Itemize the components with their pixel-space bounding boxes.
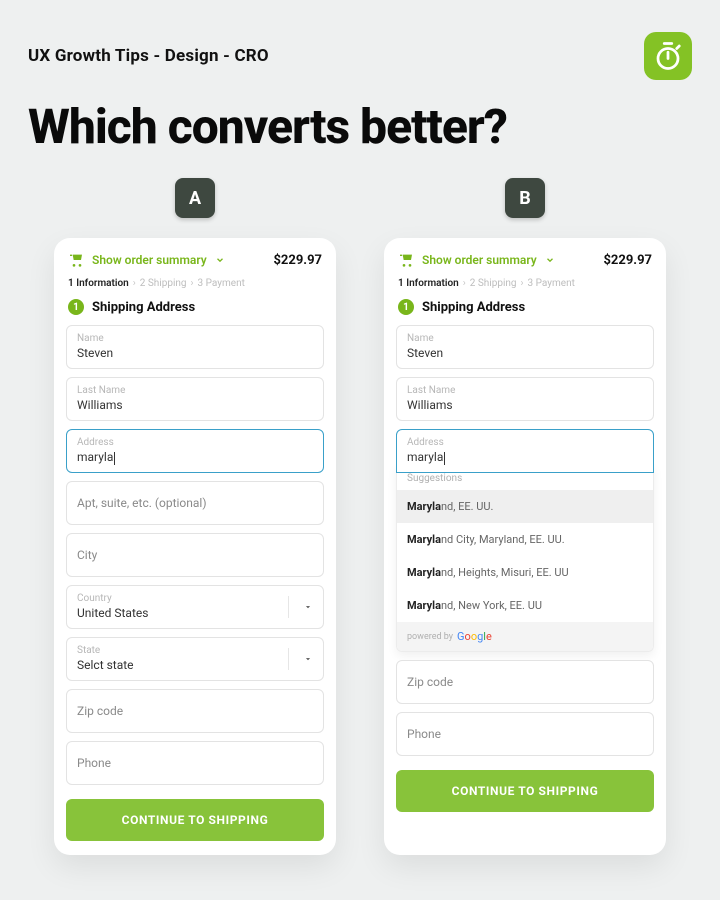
order-summary-toggle[interactable]: Show order summary	[68, 252, 225, 268]
variant-b-card: Show order summary $229.97 1 Information…	[384, 238, 666, 855]
page-kicker: UX Growth Tips - Design - CRO	[28, 46, 269, 66]
order-summary-toggle[interactable]: Show order summary	[398, 252, 555, 268]
suggestion-item[interactable]: Maryland, New York, EE. UU	[397, 589, 653, 622]
address-field[interactable]: Address maryla	[66, 429, 324, 473]
lastname-field[interactable]: Last Name Williams	[396, 377, 654, 421]
breadcrumb: 1 Information › 2 Shipping › 3 Payment	[64, 274, 326, 297]
section-title: Shipping Address	[422, 300, 525, 315]
zip-field[interactable]: Zip code	[396, 660, 654, 704]
google-logo: Google	[457, 630, 492, 643]
crumb-shipping[interactable]: 2 Shipping	[470, 278, 517, 289]
suggestion-item[interactable]: Maryland, EE. UU.	[397, 490, 653, 523]
section-title: Shipping Address	[92, 300, 195, 315]
city-field[interactable]: City	[66, 533, 324, 577]
crumb-shipping[interactable]: 2 Shipping	[140, 278, 187, 289]
name-field[interactable]: Name Steven	[396, 325, 654, 369]
cart-icon	[398, 252, 414, 268]
variant-a-card: Show order summary $229.97 1 Information…	[54, 238, 336, 855]
stopwatch-icon	[644, 32, 692, 80]
crumb-payment[interactable]: 3 Payment	[198, 278, 245, 289]
order-summary-label: Show order summary	[422, 253, 537, 267]
order-summary-label: Show order summary	[92, 253, 207, 267]
order-total: $229.97	[603, 253, 652, 268]
name-field[interactable]: Name Steven	[66, 325, 324, 369]
option-b-badge: B	[505, 178, 545, 218]
breadcrumb: 1 Information › 2 Shipping › 3 Payment	[394, 274, 656, 297]
option-a-badge: A	[175, 178, 215, 218]
chevron-down-icon	[215, 255, 225, 265]
chevron-down-icon	[303, 586, 313, 628]
text-caret	[114, 452, 115, 465]
step-number-badge: 1	[398, 299, 414, 315]
suggestion-item[interactable]: Maryland, Heights, Misuri, EE. UU	[397, 556, 653, 589]
cart-icon	[68, 252, 84, 268]
continue-button[interactable]: CONTINUE TO SHIPPING	[66, 799, 324, 841]
suggestion-item[interactable]: Maryland City, Maryland, EE. UU.	[397, 523, 653, 556]
crumb-information[interactable]: 1 Information	[68, 278, 129, 289]
continue-button[interactable]: CONTINUE TO SHIPPING	[396, 770, 654, 812]
powered-by-google: powered by Google	[397, 622, 653, 651]
address-suggestions: Suggestions Maryland, EE. UU. Maryland C…	[396, 465, 654, 652]
phone-field[interactable]: Phone	[66, 741, 324, 785]
address-field[interactable]: Address maryla	[396, 429, 654, 473]
text-caret	[444, 452, 445, 465]
apt-field[interactable]: Apt, suite, etc. (optional)	[66, 481, 324, 525]
chevron-down-icon	[545, 255, 555, 265]
lastname-field[interactable]: Last Name Williams	[66, 377, 324, 421]
crumb-payment[interactable]: 3 Payment	[528, 278, 575, 289]
country-select[interactable]: Country United States	[66, 585, 324, 629]
phone-field[interactable]: Phone	[396, 712, 654, 756]
chevron-down-icon	[303, 638, 313, 680]
step-number-badge: 1	[68, 299, 84, 315]
order-total: $229.97	[273, 253, 322, 268]
zip-field[interactable]: Zip code	[66, 689, 324, 733]
state-select[interactable]: State Selct state	[66, 637, 324, 681]
page-headline: Which converts better?	[0, 80, 720, 152]
crumb-information[interactable]: 1 Information	[398, 278, 459, 289]
